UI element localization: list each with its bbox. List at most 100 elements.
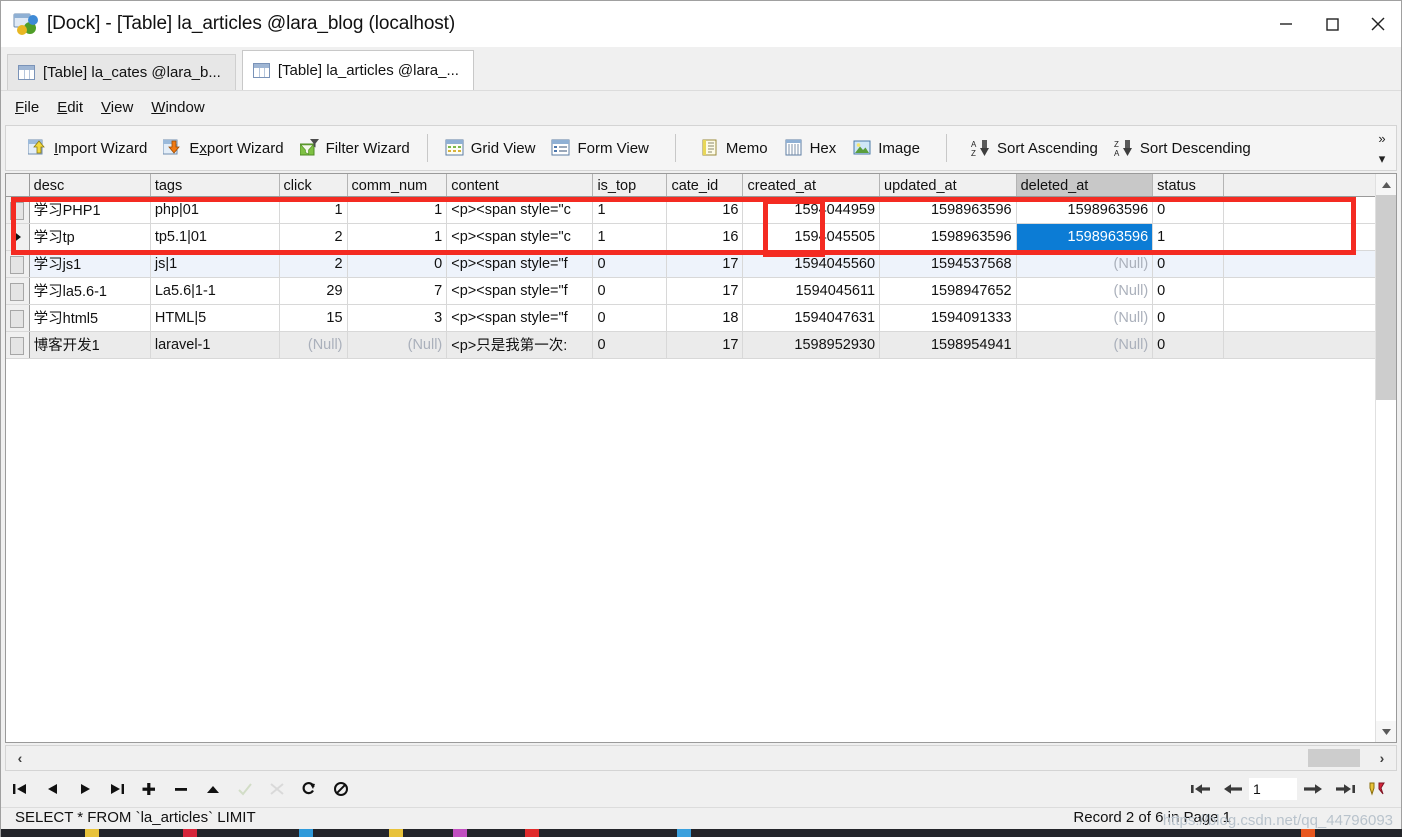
cell-created-at[interactable]: 1594045505 — [742, 223, 881, 251]
first-record-button[interactable] — [5, 774, 37, 804]
cell-cate-id[interactable]: 17 — [666, 331, 744, 359]
page-settings-icon[interactable] — [1361, 774, 1393, 804]
row-selector-current[interactable] — [6, 223, 30, 251]
cell-updated-at[interactable]: 1598947652 — [879, 277, 1017, 305]
taskbar-icon[interactable] — [299, 829, 313, 837]
cell-is-top[interactable]: 1 — [592, 196, 668, 224]
cell-click[interactable]: 29 — [279, 277, 348, 305]
cell-content[interactable]: <p><span style="f — [446, 304, 594, 332]
cell-comm-num[interactable]: 0 — [347, 250, 448, 278]
grid-view-button[interactable]: Grid View — [437, 131, 544, 165]
cell-status[interactable]: 0 — [1152, 250, 1225, 278]
image-button[interactable]: Image — [844, 131, 928, 165]
taskbar-icon[interactable] — [183, 829, 197, 837]
cell-tags[interactable]: laravel-1 — [150, 331, 280, 359]
cell-comm-num[interactable]: 7 — [347, 277, 448, 305]
cell-deleted-at[interactable]: (Null) — [1016, 331, 1154, 359]
table-row[interactable]: 学习PHP1 php|01 1 1 <p><span style="c 1 16… — [6, 196, 1377, 224]
filter-wizard-button[interactable]: Filter Wizard — [292, 131, 418, 165]
cell-tags[interactable]: php|01 — [150, 196, 280, 224]
column-header-status[interactable]: status — [1152, 174, 1225, 197]
cell-is-top[interactable]: 0 — [592, 250, 668, 278]
table-row[interactable]: 学习html5 HTML|5 15 3 <p><span style="f 0 … — [6, 304, 1377, 332]
cell-created-at[interactable]: 1594045611 — [742, 277, 881, 305]
minimize-button[interactable] — [1263, 1, 1309, 47]
maximize-button[interactable] — [1309, 1, 1355, 47]
cell-desc[interactable]: 学习PHP1 — [29, 196, 151, 224]
vertical-scrollbar[interactable] — [1375, 174, 1396, 742]
first-page-button[interactable] — [1185, 774, 1217, 804]
column-header-tags[interactable]: tags — [150, 174, 280, 197]
cell-deleted-at[interactable]: 1598963596 — [1016, 196, 1154, 224]
cell-comm-num[interactable]: 1 — [347, 196, 448, 224]
cell-created-at[interactable]: 1594045560 — [742, 250, 881, 278]
cell-is-top[interactable]: 0 — [592, 304, 668, 332]
memo-button[interactable]: Memo — [692, 131, 776, 165]
cell-deleted-at[interactable]: (Null) — [1016, 250, 1154, 278]
cell-desc[interactable]: 博客开发1 — [29, 331, 151, 359]
cell-cate-id[interactable]: 16 — [666, 196, 744, 224]
add-record-button[interactable] — [133, 774, 165, 804]
export-wizard-button[interactable]: Export Wizard — [155, 131, 291, 165]
cell-click[interactable]: (Null) — [279, 331, 348, 359]
taskbar-icon-navicat[interactable] — [1301, 829, 1315, 837]
cell-click[interactable]: 2 — [279, 250, 348, 278]
previous-page-button[interactable] — [1217, 774, 1249, 804]
tab-la-cates[interactable]: [Table] la_cates @lara_b... — [7, 54, 236, 90]
horizontal-scrollbar[interactable]: ‹ › — [5, 745, 1397, 771]
cell-click[interactable]: 2 — [279, 223, 348, 251]
menu-window[interactable]: Window — [151, 99, 204, 116]
cell-deleted-at-selected[interactable]: 1598963596 — [1015, 222, 1154, 251]
next-page-button[interactable] — [1297, 774, 1329, 804]
cell-comm-num[interactable]: 1 — [347, 223, 448, 251]
taskbar-icon[interactable] — [525, 829, 539, 837]
cell-tags[interactable]: tp5.1|01 — [150, 223, 280, 251]
table-row[interactable]: 学习tp tp5.1|01 2 1 <p><span style="c 1 16… — [6, 222, 1377, 251]
cell-cate-id[interactable]: 17 — [666, 277, 744, 305]
toolbar-overflow[interactable]: » ▾ — [1372, 128, 1392, 170]
taskbar-icon[interactable] — [677, 829, 691, 837]
close-button[interactable] — [1355, 1, 1401, 47]
cell-created-at[interactable]: 1594044959 — [742, 196, 881, 224]
menu-file[interactable]: FFileile — [15, 99, 39, 116]
cell-status[interactable]: 0 — [1152, 331, 1225, 359]
vertical-scroll-thumb[interactable] — [1376, 195, 1396, 400]
stop-button[interactable] — [325, 774, 357, 804]
cell-comm-num[interactable]: (Null) — [347, 331, 448, 359]
cell-click[interactable]: 15 — [279, 304, 348, 332]
cell-updated-at[interactable]: 1598963596 — [879, 223, 1017, 251]
taskbar-icon[interactable] — [389, 829, 403, 837]
menu-edit[interactable]: Edit — [57, 99, 83, 116]
cell-status[interactable]: 0 — [1152, 196, 1225, 224]
cell-tags[interactable]: js|1 — [150, 250, 280, 278]
cell-click[interactable]: 1 — [279, 196, 348, 224]
column-header-cate-id[interactable]: cate_id — [666, 174, 744, 197]
previous-record-button[interactable] — [37, 774, 69, 804]
cell-tags[interactable]: La5.6|1-1 — [150, 277, 280, 305]
cell-desc[interactable]: 学习tp — [29, 223, 151, 251]
row-selector[interactable] — [6, 331, 30, 359]
scroll-down-button[interactable] — [1376, 721, 1396, 742]
cell-cate-id[interactable]: 16 — [666, 223, 744, 251]
column-header-content[interactable]: content — [446, 174, 594, 197]
table-row[interactable]: 学习js1 js|1 2 0 <p><span style="f 0 17 15… — [6, 250, 1377, 278]
scroll-left-button[interactable]: ‹ — [8, 746, 32, 770]
cell-updated-at[interactable]: 1598963596 — [879, 196, 1017, 224]
cell-desc[interactable]: 学习la5.6-1 — [29, 277, 151, 305]
menu-view[interactable]: View — [101, 99, 133, 116]
cell-content[interactable]: <p><span style="c — [446, 196, 594, 224]
cell-content[interactable]: <p><span style="f — [446, 277, 594, 305]
refresh-button[interactable] — [293, 774, 325, 804]
cell-created-at[interactable]: 1594047631 — [742, 304, 881, 332]
cell-is-top[interactable]: 0 — [592, 277, 668, 305]
import-wizard-button[interactable]: Import Wizard — [20, 131, 155, 165]
delete-record-button[interactable] — [165, 774, 197, 804]
column-header-comm-num[interactable]: comm_num — [347, 174, 448, 197]
sort-ascending-button[interactable]: A Z Sort Ascending — [963, 131, 1106, 165]
cell-desc[interactable]: 学习js1 — [29, 250, 151, 278]
scroll-right-button[interactable]: › — [1370, 746, 1394, 770]
cell-content[interactable]: <p><span style="c — [446, 223, 594, 251]
cell-content[interactable]: <p>只是我第一次: — [446, 331, 594, 359]
tab-la-articles[interactable]: [Table] la_articles @lara_... — [241, 50, 474, 90]
column-header-created-at[interactable]: created_at — [742, 174, 881, 197]
